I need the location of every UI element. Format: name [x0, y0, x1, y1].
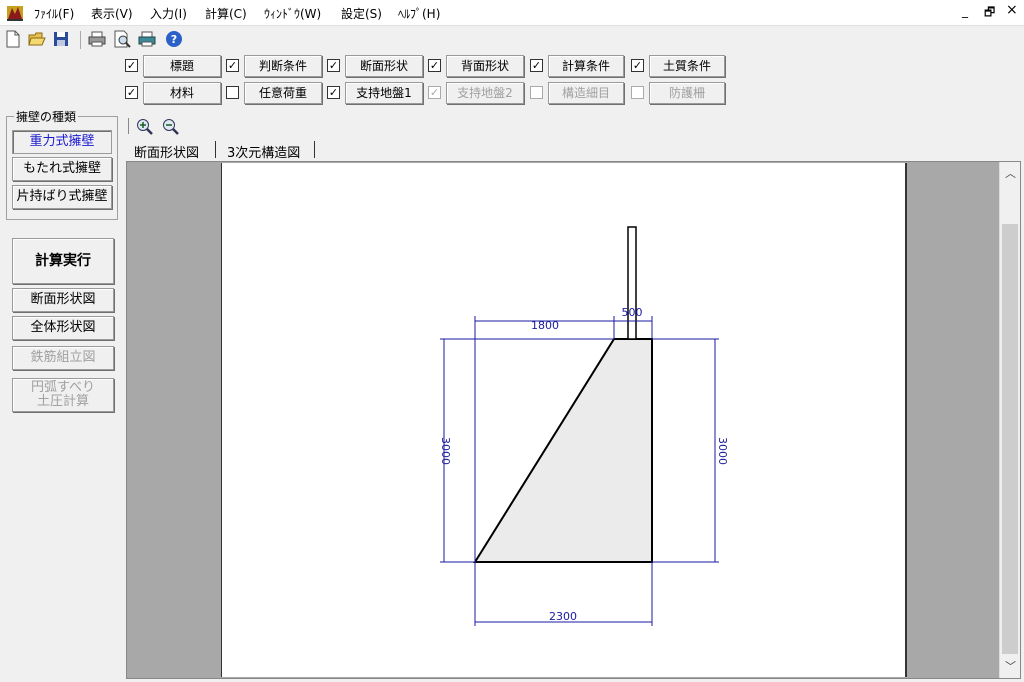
toolbar: ? [0, 27, 1024, 53]
row1-checkbox-1[interactable]: ✓ [125, 59, 138, 72]
menu-file[interactable]: ﾌｧｲﾙ(F) [34, 5, 74, 22]
row2-button-2[interactable]: 任意荷重 [244, 82, 322, 104]
wall-type-group-label: 擁壁の種類 [14, 108, 79, 125]
row1-checkbox-6[interactable]: ✓ [631, 59, 644, 72]
tab-section-view[interactable]: 断面形状図 [134, 142, 199, 161]
save-icon[interactable] [52, 30, 70, 48]
row1-button-4[interactable]: 背面形状 [446, 55, 524, 77]
overall-shape-button[interactable]: 全体形状図 [12, 316, 114, 340]
menu-input[interactable]: 入力(I) [150, 5, 187, 22]
section-shape-button[interactable]: 断面形状図 [12, 288, 114, 312]
menu-bar: ﾌｧｲﾙ(F) 表示(V) 入力(I) 計算(C) ｳｨﾝﾄﾞｳ(W) 設定(S… [0, 0, 1024, 26]
vertical-scrollbar[interactable]: ︿ ﹀ [999, 162, 1020, 678]
row1-checkbox-5[interactable]: ✓ [530, 59, 543, 72]
row2-button-1[interactable]: 材料 [143, 82, 221, 104]
row2-checkbox-1[interactable]: ✓ [125, 86, 138, 99]
row2-checkbox-6[interactable] [631, 86, 644, 99]
drawing-sheet [221, 163, 907, 677]
row2-checkbox-5[interactable] [530, 86, 543, 99]
row2-checkbox-2[interactable] [226, 86, 239, 99]
slip-button-line1: 円弧すべり [30, 380, 96, 395]
new-file-icon[interactable] [4, 30, 22, 48]
menu-calc[interactable]: 計算(C) [205, 5, 247, 22]
row1-button-3[interactable]: 断面形状 [345, 55, 423, 77]
slip-button-line2: 土圧計算 [36, 394, 89, 409]
restore-icon[interactable]: 🗗 [984, 3, 995, 24]
row2-button-6[interactable]: 防護柵 [649, 82, 725, 104]
print-icon[interactable] [88, 30, 106, 48]
row2-button-3[interactable]: 支持地盤1 [345, 82, 423, 104]
row2-checkbox-3[interactable]: ✓ [327, 86, 340, 99]
tab-3d-view[interactable]: 3次元構造図 [227, 142, 300, 161]
slip-earth-pressure-button[interactable]: 円弧すべり 土圧計算 [12, 378, 114, 412]
svg-text:?: ? [171, 33, 177, 46]
menu-window[interactable]: ｳｨﾝﾄﾞｳ(W) [264, 5, 321, 22]
wall-type-cantilever-button[interactable]: 片持ばり式擁壁 [12, 185, 112, 209]
row1-button-2[interactable]: 判断条件 [244, 55, 322, 77]
row2-button-4[interactable]: 支持地盤2 [446, 82, 524, 104]
zoom-separator [128, 118, 129, 134]
row1-checkbox-2[interactable]: ✓ [226, 59, 239, 72]
calc-run-button[interactable]: 計算実行 [12, 238, 114, 284]
row2-checkbox-4[interactable]: ✓ [428, 86, 441, 99]
help-icon[interactable]: ? [165, 30, 183, 48]
row1-button-6[interactable]: 土質条件 [649, 55, 725, 77]
rebar-assembly-button[interactable]: 鉄筋組立図 [12, 346, 114, 370]
drawing-canvas[interactable]: ︿ ﹀ [126, 161, 1021, 679]
scroll-down-icon[interactable]: ﹀ [1005, 658, 1016, 674]
wall-type-gravity-button[interactable]: 重力式擁壁 [12, 130, 112, 154]
tab-divider [314, 141, 315, 158]
zoom-out-icon[interactable] [162, 118, 180, 136]
printer-setup-icon[interactable] [138, 30, 156, 48]
menu-help[interactable]: ﾍﾙﾌﾟ(H) [398, 5, 440, 22]
tab-divider [215, 141, 216, 158]
scroll-up-icon[interactable]: ︿ [1005, 165, 1016, 181]
app-logo-icon [7, 6, 23, 21]
row1-checkbox-3[interactable]: ✓ [327, 59, 340, 72]
row2-button-5[interactable]: 構造細目 [548, 82, 624, 104]
zoom-in-icon[interactable] [136, 118, 154, 136]
scroll-thumb[interactable] [1002, 224, 1018, 654]
close-icon[interactable]: × [1006, 2, 1018, 18]
row1-checkbox-4[interactable]: ✓ [428, 59, 441, 72]
open-folder-icon[interactable] [28, 30, 46, 48]
wall-type-leaning-button[interactable]: もたれ式擁壁 [12, 157, 112, 181]
toolbar-separator [80, 31, 81, 49]
row1-button-5[interactable]: 計算条件 [548, 55, 624, 77]
menu-settings[interactable]: 設定(S) [341, 5, 382, 22]
minimize-icon[interactable]: _ [962, 4, 968, 18]
menu-view[interactable]: 表示(V) [91, 5, 133, 22]
print-preview-icon[interactable] [113, 30, 131, 48]
row1-button-1[interactable]: 標題 [143, 55, 221, 77]
